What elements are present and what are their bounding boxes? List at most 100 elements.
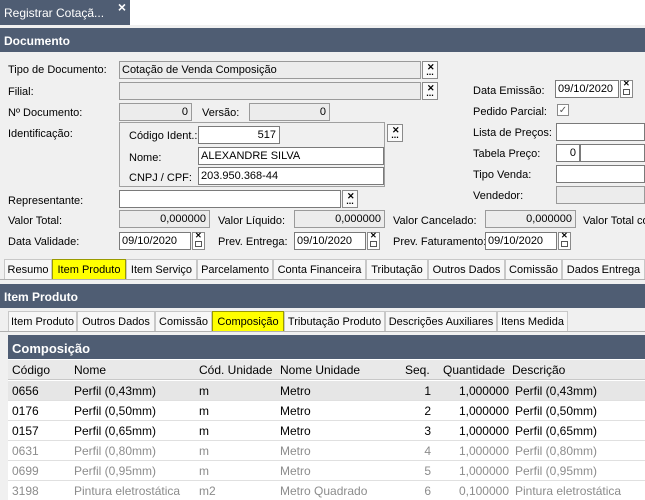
tab-tributacao[interactable]: Tributação xyxy=(366,259,428,279)
tabela-preco-name-field[interactable] xyxy=(580,144,645,162)
item-produto-header: Item Produto xyxy=(0,284,645,308)
cell-quantidade: 1,000000 xyxy=(458,424,509,438)
data-emissao-label: Data Emissão: xyxy=(473,85,545,97)
prev-faturamento-calendar-icon[interactable]: ✕ xyxy=(558,231,571,250)
grid-header: Código Nome Cód. Unidade Nome Unidade Se… xyxy=(8,360,645,380)
cell-nome-unidade: Metro xyxy=(280,384,311,398)
tab-parcelamento[interactable]: Parcelamento xyxy=(197,259,273,279)
n-documento-field[interactable]: 0 xyxy=(119,103,192,121)
tipo-venda-field[interactable] xyxy=(556,165,645,183)
data-emissao-calendar-icon[interactable]: ✕ xyxy=(620,79,633,98)
pedido-parcial-label: Pedido Parcial: xyxy=(473,106,547,118)
table-row[interactable]: 0157 Perfil (0,65mm) m Metro 3 1,000000 … xyxy=(8,421,645,441)
cell-nome-unidade: Metro Quadrado xyxy=(280,484,368,498)
col-codigo[interactable]: Código xyxy=(12,363,50,377)
col-cod-unidade[interactable]: Cód. Unidade xyxy=(199,363,272,377)
window-tab[interactable]: Registrar Cotaçã... xyxy=(0,0,130,25)
tab-resumo[interactable]: Resumo xyxy=(4,259,52,279)
tipo-documento-lookup-button[interactable]: ✕... xyxy=(422,61,438,79)
versao-field[interactable]: 0 xyxy=(249,103,330,121)
cell-descricao: Perfil (0,43mm) xyxy=(515,384,598,398)
filial-lookup-button[interactable]: ✕... xyxy=(422,82,438,100)
lista-precos-field[interactable] xyxy=(556,123,645,141)
tab-comissao[interactable]: Comissão xyxy=(505,259,562,279)
pedido-parcial-checkbox[interactable]: ✓ xyxy=(557,104,569,116)
cnpj-cpf-field[interactable]: 203.950.368-44 xyxy=(198,167,384,185)
subtab-outros-dados[interactable]: Outros Dados xyxy=(77,311,155,331)
tabela-preco-code-field[interactable]: 0 xyxy=(556,144,580,162)
cell-seq: 5 xyxy=(424,464,431,478)
cell-cod-unidade: m xyxy=(199,424,209,438)
representante-field[interactable] xyxy=(119,190,341,208)
valor-liquido-field[interactable]: 0,000000 xyxy=(294,210,385,228)
tipo-documento-field[interactable]: Cotação de Venda Composição xyxy=(119,61,421,79)
window-tab-title: Registrar Cotaçã... xyxy=(4,6,105,20)
data-validade-calendar-icon[interactable]: ✕ xyxy=(192,231,205,250)
codigo-ident-field[interactable]: 517 xyxy=(198,126,280,144)
composicao-header: Composição xyxy=(8,335,645,359)
cell-quantidade: 1,000000 xyxy=(458,384,509,398)
cell-seq: 4 xyxy=(424,444,431,458)
valor-total-field[interactable]: 0,000000 xyxy=(119,210,210,228)
valor-cancelado-field[interactable]: 0,000000 xyxy=(485,210,576,228)
n-documento-label: Nº Documento: xyxy=(8,107,83,119)
tab-outros-dados[interactable]: Outros Dados xyxy=(428,259,505,279)
tab-dados-entrega[interactable]: Dados Entrega xyxy=(562,259,645,279)
cell-nome: Perfil (0,43mm) xyxy=(74,384,157,398)
table-row[interactable]: 0699 Perfil (0,95mm) m Metro 5 1,000000 … xyxy=(8,461,645,481)
codigo-ident-label: Código Ident.: xyxy=(129,130,198,142)
cell-nome-unidade: Metro xyxy=(280,404,311,418)
nome-label: Nome: xyxy=(129,152,162,164)
cell-cod-unidade: m2 xyxy=(199,484,216,498)
subtab-comissao[interactable]: Comissão xyxy=(155,311,212,331)
filial-field[interactable] xyxy=(119,82,421,100)
item-produto-header-label: Item Produto xyxy=(4,290,78,304)
vendedor-field[interactable] xyxy=(556,186,645,204)
subtab-composicao[interactable]: Composição xyxy=(212,311,284,331)
cell-quantidade: 1,000000 xyxy=(458,444,509,458)
subtab-tributacao-produto[interactable]: Tributação Produto xyxy=(284,311,385,331)
tab-item-produto[interactable]: Item Produto xyxy=(52,259,126,279)
representante-lookup-button[interactable]: ✕... xyxy=(342,190,358,208)
data-validade-field[interactable]: 09/10/2020 xyxy=(119,232,191,250)
col-quantidade[interactable]: Quantidade xyxy=(443,363,505,377)
data-emissao-field[interactable]: 09/10/2020 xyxy=(555,80,619,98)
prev-entrega-calendar-icon[interactable]: ✕ xyxy=(367,231,380,250)
subtab-descricoes-auxiliares[interactable]: Descrições Auxiliares xyxy=(385,311,497,331)
cell-nome: Perfil (0,80mm) xyxy=(74,444,157,458)
cell-seq: 2 xyxy=(424,404,431,418)
tab-conta-financeira[interactable]: Conta Financeira xyxy=(273,259,366,279)
tabela-preco-label: Tabela Preço: xyxy=(473,148,541,160)
main-tab-strip: Resumo Item Produto Item Serviço Parcela… xyxy=(0,259,645,280)
col-seq[interactable]: Seq. xyxy=(405,363,430,377)
table-row[interactable]: 0656 Perfil (0,43mm) m Metro 1 1,000000 … xyxy=(8,381,645,401)
cell-descricao: Perfil (0,50mm) xyxy=(515,404,598,418)
cell-nome: Perfil (0,95mm) xyxy=(74,464,157,478)
table-row[interactable]: 3198 Pintura eletrostática m2 Metro Quad… xyxy=(8,481,645,500)
cell-codigo: 0631 xyxy=(12,444,39,458)
cell-cod-unidade: m xyxy=(199,464,209,478)
close-icon[interactable]: × xyxy=(115,0,129,14)
valor-total-com-label: Valor Total co xyxy=(583,215,645,227)
cell-seq: 3 xyxy=(424,424,431,438)
nome-field[interactable]: ALEXANDRE SILVA xyxy=(198,147,384,165)
tab-item-servico[interactable]: Item Serviço xyxy=(126,259,197,279)
valor-cancelado-label: Valor Cancelado: xyxy=(393,215,477,227)
identificacao-label: Identificação: xyxy=(8,128,73,140)
prev-faturamento-field[interactable]: 09/10/2020 xyxy=(485,232,557,250)
table-row[interactable]: 0631 Perfil (0,80mm) m Metro 4 1,000000 … xyxy=(8,441,645,461)
cell-quantidade: 0,100000 xyxy=(458,484,509,498)
prev-entrega-field[interactable]: 09/10/2020 xyxy=(294,232,366,250)
vendedor-label: Vendedor: xyxy=(473,190,524,202)
identificacao-lookup-button[interactable]: ✕... xyxy=(387,124,403,142)
tipo-venda-label: Tipo Venda: xyxy=(473,169,532,181)
table-row[interactable]: 0176 Perfil (0,50mm) m Metro 2 1,000000 … xyxy=(8,401,645,421)
cell-codigo: 3198 xyxy=(12,484,39,498)
subtab-item-produto[interactable]: Item Produto xyxy=(8,311,77,331)
col-descricao[interactable]: Descrição xyxy=(512,363,565,377)
col-nome-unidade[interactable]: Nome Unidade xyxy=(280,363,360,377)
subtab-itens-medida[interactable]: Itens Medida xyxy=(497,311,568,331)
cell-quantidade: 1,000000 xyxy=(458,464,509,478)
col-nome[interactable]: Nome xyxy=(74,363,106,377)
cell-nome: Perfil (0,50mm) xyxy=(74,404,157,418)
